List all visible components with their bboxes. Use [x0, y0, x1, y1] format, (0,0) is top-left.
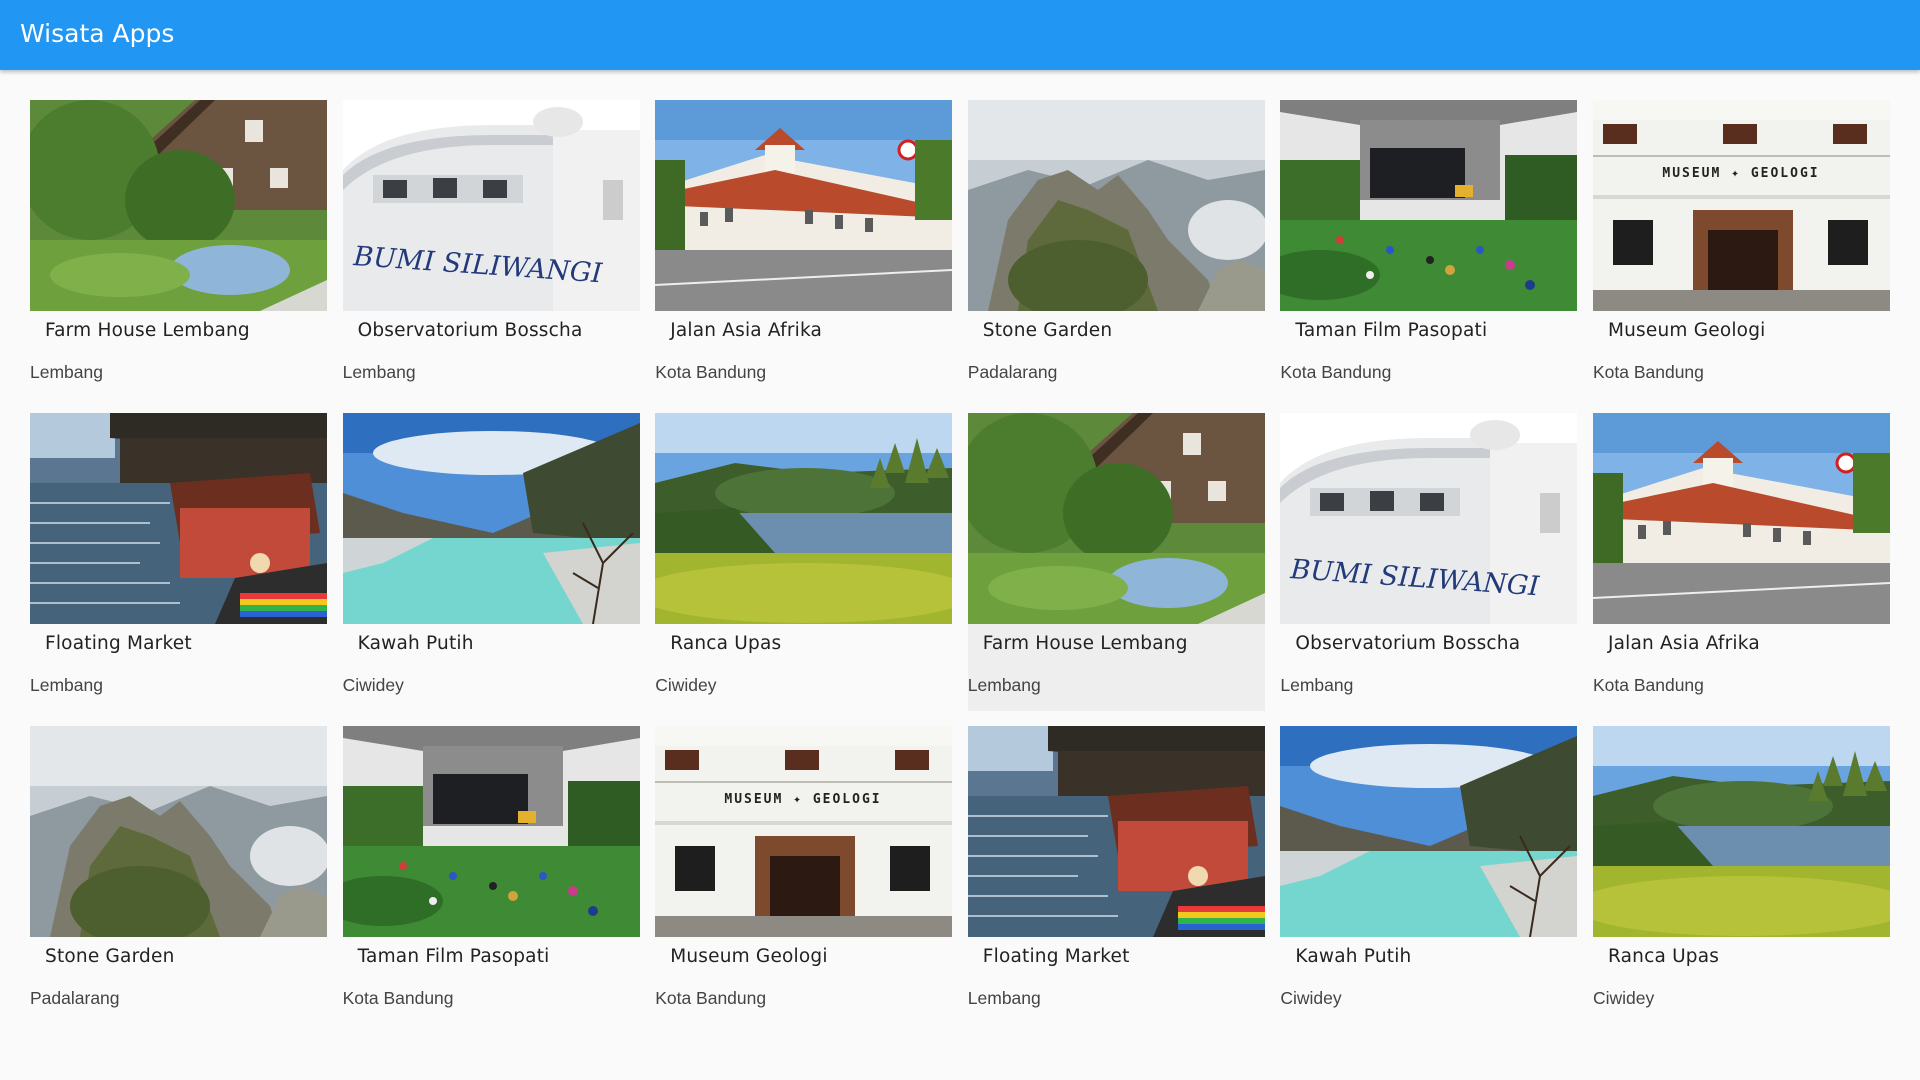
destination-photo — [967, 100, 1265, 311]
destination-photo — [30, 100, 327, 311]
destination-card[interactable]: Stone Garden Padalarang — [967, 100, 1265, 398]
destination-card[interactable]: BUMI SILIWANGI Observatorium Bosscha Lemb… — [342, 100, 640, 398]
destination-title: Museum Geologi — [670, 946, 828, 967]
destination-photo — [1280, 726, 1578, 937]
app-bar: Wisata Apps — [0, 0, 1920, 70]
destination-location: Kota Bandung — [1592, 362, 1704, 382]
destination-card[interactable]: Jalan Asia Afrika Kota Bandung — [1592, 413, 1890, 711]
destination-location: Kota Bandung — [655, 362, 767, 382]
destination-title: Taman Film Pasopati — [1295, 320, 1488, 341]
destination-location: Lembang — [342, 362, 416, 382]
destination-title: Jalan Asia Afrika — [1607, 633, 1760, 654]
destination-title: Taman Film Pasopati — [357, 946, 550, 967]
destination-location: Padalarang — [30, 988, 120, 1008]
destination-title: Ranca Upas — [1607, 946, 1720, 967]
destination-location: Ciwidey — [1280, 988, 1342, 1008]
destination-photo — [655, 100, 953, 311]
destination-location: Kota Bandung — [1592, 675, 1704, 695]
destination-photo — [967, 726, 1265, 937]
destination-card[interactable]: Kawah Putih Ciwidey — [1280, 726, 1578, 1024]
destination-photo: MUSEUM ✦ GEOLOGI — [655, 726, 953, 937]
destination-location: Kota Bandung — [342, 988, 454, 1008]
destination-photo — [342, 413, 640, 624]
destination-card[interactable]: BUMI SILIWANGI Observatorium Bosscha Lemb… — [1280, 413, 1578, 711]
destination-photo — [967, 413, 1265, 624]
destination-title: Floating Market — [45, 633, 192, 654]
destination-location: Lembang — [967, 675, 1041, 695]
destination-title: Kawah Putih — [1295, 946, 1412, 967]
destination-title: Stone Garden — [982, 320, 1113, 341]
svg-text:MUSEUM ✦ GEOLOGI: MUSEUM ✦ GEOLOGI — [1662, 166, 1819, 181]
destination-location: Lembang — [1280, 675, 1354, 695]
destination-location: Kota Bandung — [655, 988, 767, 1008]
destination-location: Lembang — [30, 675, 103, 695]
destination-photo — [30, 413, 327, 624]
destination-grid: Farm House Lembang Lembang BUMI SILIWANGI… — [30, 100, 1890, 1024]
destination-card[interactable]: Floating Market Lembang — [967, 726, 1265, 1024]
destination-location: Ciwidey — [655, 675, 717, 695]
destination-location: Lembang — [967, 988, 1041, 1008]
destination-location: Kota Bandung — [1280, 362, 1392, 382]
destination-photo — [342, 726, 640, 937]
destination-title: Kawah Putih — [357, 633, 474, 654]
destination-photo — [1280, 100, 1578, 311]
destination-card[interactable]: MUSEUM ✦ GEOLOGI Museum Geologi Kota Band… — [1592, 100, 1890, 398]
destination-card[interactable]: Farm House Lembang Lembang — [30, 100, 327, 398]
destination-photo: BUMI SILIWANGI — [342, 100, 640, 311]
destination-card[interactable]: Stone Garden Padalarang — [30, 726, 327, 1024]
destination-title: Floating Market — [982, 946, 1130, 967]
destination-photo — [30, 726, 327, 937]
destination-card[interactable]: Jalan Asia Afrika Kota Bandung — [655, 100, 953, 398]
destination-title: Stone Garden — [45, 946, 175, 967]
destination-photo: BUMI SILIWANGI — [1280, 413, 1578, 624]
destination-card[interactable]: Taman Film Pasopati Kota Bandung — [1280, 100, 1578, 398]
destination-title: Museum Geologi — [1607, 320, 1766, 341]
svg-text:MUSEUM ✦ GEOLOGI: MUSEUM ✦ GEOLOGI — [725, 792, 882, 807]
destination-title: Observatorium Bosscha — [1295, 633, 1521, 654]
destination-photo: MUSEUM ✦ GEOLOGI — [1592, 100, 1890, 311]
destination-card[interactable]: Ranca Upas Ciwidey — [655, 413, 953, 711]
destination-card[interactable]: Ranca Upas Ciwidey — [1592, 726, 1890, 1024]
destination-photo — [655, 413, 953, 624]
destination-title: Farm House Lembang — [45, 320, 250, 341]
destination-title: Observatorium Bosscha — [357, 320, 583, 341]
destination-title: Farm House Lembang — [982, 633, 1188, 654]
destination-card[interactable]: MUSEUM ✦ GEOLOGI Museum Geologi Kota Band… — [655, 726, 953, 1024]
destination-title: Jalan Asia Afrika — [670, 320, 823, 341]
app-title: Wisata Apps — [20, 19, 175, 48]
destination-card[interactable]: Taman Film Pasopati Kota Bandung — [342, 726, 640, 1024]
destination-title: Ranca Upas — [670, 633, 782, 654]
destination-photo — [1592, 726, 1890, 937]
destination-card[interactable]: Farm House Lembang Lembang — [967, 413, 1265, 711]
destination-location: Padalarang — [967, 362, 1058, 382]
destination-location: Ciwidey — [1592, 988, 1655, 1008]
destination-photo — [1592, 413, 1890, 624]
destination-card[interactable]: Floating Market Lembang — [30, 413, 327, 711]
destination-location: Lembang — [30, 362, 103, 382]
destination-card[interactable]: Kawah Putih Ciwidey — [342, 413, 640, 711]
destination-location: Ciwidey — [342, 675, 404, 695]
